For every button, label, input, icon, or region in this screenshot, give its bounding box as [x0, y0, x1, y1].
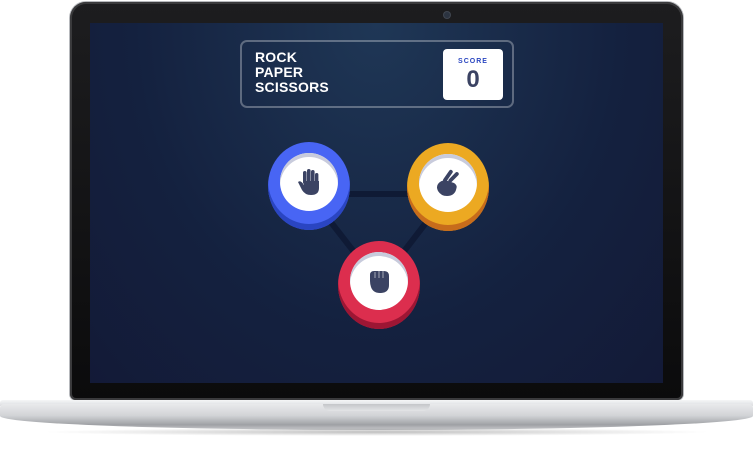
hand-open-icon	[298, 169, 319, 195]
hand-scissors-icon	[437, 169, 459, 196]
scissors-token-face	[419, 154, 477, 212]
laptop-notch	[323, 404, 430, 411]
hand-fist-icon	[370, 271, 389, 293]
paper-token-button[interactable]	[268, 142, 350, 230]
rock-token-face	[350, 252, 408, 310]
game-screen: ROCK PAPER SCISSORS SCORE 0	[90, 23, 663, 383]
scissors-token-button[interactable]	[407, 143, 489, 231]
rock-token-button[interactable]	[338, 241, 420, 329]
triangle-connector	[306, 191, 451, 287]
camera-icon	[444, 12, 450, 18]
laptop-shadow	[40, 428, 713, 436]
paper-token-face	[280, 153, 338, 211]
